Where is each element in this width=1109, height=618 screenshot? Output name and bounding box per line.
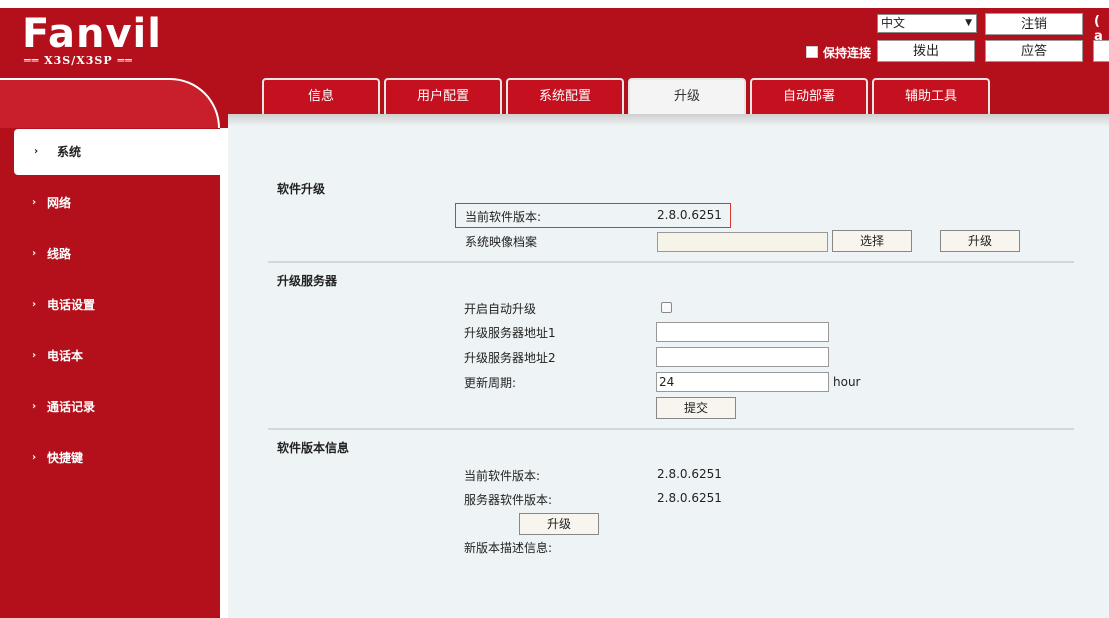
chevron-right-icon: ›	[32, 197, 37, 208]
server-version-value: 2.8.0.6251	[657, 491, 722, 505]
chevron-right-icon: ›	[32, 299, 37, 310]
chevron-right-icon: ›	[32, 401, 37, 412]
tab-tools[interactable]: 辅助工具	[872, 78, 990, 114]
sidebar-item-system[interactable]: › 系统	[14, 129, 220, 175]
server1-label: 升级服务器地址1	[464, 326, 556, 340]
sidebar-item-label: 电话本	[47, 349, 84, 363]
answer-button[interactable]: 应答	[985, 40, 1083, 62]
current-version-info-label: 当前软件版本:	[464, 469, 541, 483]
hangup-button[interactable]: 拨出	[877, 40, 975, 62]
new-version-description-label: 新版本描述信息:	[464, 541, 553, 555]
tab-user-config[interactable]: 用户配置	[384, 78, 502, 114]
update-period-label: 更新周期:	[464, 376, 517, 390]
section-title-software-upgrade: 软件升级	[277, 182, 326, 196]
version-upgrade-button[interactable]: 升级	[519, 513, 599, 535]
chevron-right-icon: ›	[34, 146, 39, 157]
divider	[268, 428, 1074, 430]
image-file-label: 系统映像档案	[465, 235, 538, 249]
auto-upgrade-label: 开启自动升级	[464, 302, 537, 316]
sidebar-item-call-log[interactable]: › 通话记录	[0, 387, 220, 427]
tab-system-config[interactable]: 系统配置	[506, 78, 624, 114]
server1-input[interactable]	[656, 322, 829, 342]
auto-upgrade-checkbox[interactable]	[661, 302, 672, 313]
chevron-down-icon: ▼	[965, 18, 972, 28]
current-version-info-value: 2.8.0.6251	[657, 467, 722, 481]
server-version-label: 服务器软件版本:	[464, 493, 553, 507]
update-period-unit: hour	[833, 375, 861, 389]
language-value: 中文	[881, 16, 906, 30]
main-content: 软件升级 当前软件版本: 2.8.0.6251 系统映像档案 选择 升级 升级服…	[228, 126, 1109, 618]
keep-alive-checkbox[interactable]: 保持连接	[806, 44, 871, 61]
sidebar-item-lines[interactable]: › 线路	[0, 234, 220, 274]
header-button-partial[interactable]	[1093, 40, 1109, 62]
server2-label: 升级服务器地址2	[464, 351, 556, 365]
tab-upgrade[interactable]: 升级	[628, 78, 746, 116]
brand-model-text: X3S/X3SP	[44, 54, 113, 67]
sidebar-item-network[interactable]: › 网络	[0, 183, 220, 223]
sidebar-item-shortcuts[interactable]: › 快捷键	[0, 438, 220, 478]
divider	[268, 261, 1074, 263]
upgrade-button[interactable]: 升级	[940, 230, 1020, 252]
submit-button[interactable]: 提交	[656, 397, 736, 419]
sidebar-item-label: 快捷键	[47, 451, 84, 465]
current-version-value: 2.8.0.6251	[657, 208, 722, 222]
sidebar-item-label: 线路	[47, 247, 72, 261]
logout-button[interactable]: 注销	[985, 13, 1083, 35]
top-strip	[0, 0, 1109, 8]
keep-alive-label: 保持连接	[823, 46, 872, 60]
image-file-input[interactable]	[657, 232, 828, 252]
tab-strip	[228, 114, 1109, 126]
checkbox-icon[interactable]	[806, 46, 818, 58]
sidebar-header	[0, 78, 220, 128]
sidebar-item-label: 系统	[57, 145, 82, 159]
sidebar-item-label: 电话设置	[47, 298, 96, 312]
choose-file-button[interactable]: 选择	[832, 230, 912, 252]
server2-input[interactable]	[656, 347, 829, 367]
brand-logo: Fanvil ══ X3S/X3SP ══	[22, 14, 162, 67]
sidebar: › 系统 › 网络 › 线路 › 电话设置 › 电话本 › 通话记录 › 快捷键	[0, 78, 220, 618]
sidebar-item-label: 通话记录	[47, 400, 96, 414]
sidebar-item-label: 网络	[47, 196, 72, 210]
current-version-label: 当前软件版本:	[465, 210, 542, 224]
chevron-right-icon: ›	[32, 350, 37, 361]
chevron-right-icon: ›	[32, 248, 37, 259]
tab-info[interactable]: 信息	[262, 78, 380, 114]
sidebar-item-phone-settings[interactable]: › 电话设置	[0, 285, 220, 325]
sidebar-item-phonebook[interactable]: › 电话本	[0, 336, 220, 376]
brand-name: Fanvil	[22, 11, 162, 57]
tab-auto-provision[interactable]: 自动部署	[750, 78, 868, 114]
section-title-version-info: 软件版本信息	[277, 441, 350, 455]
update-period-input[interactable]: 24	[656, 372, 829, 392]
section-title-upgrade-server: 升级服务器	[277, 274, 338, 288]
language-select[interactable]: 中文 ▼	[877, 14, 977, 33]
chevron-right-icon: ›	[32, 452, 37, 463]
